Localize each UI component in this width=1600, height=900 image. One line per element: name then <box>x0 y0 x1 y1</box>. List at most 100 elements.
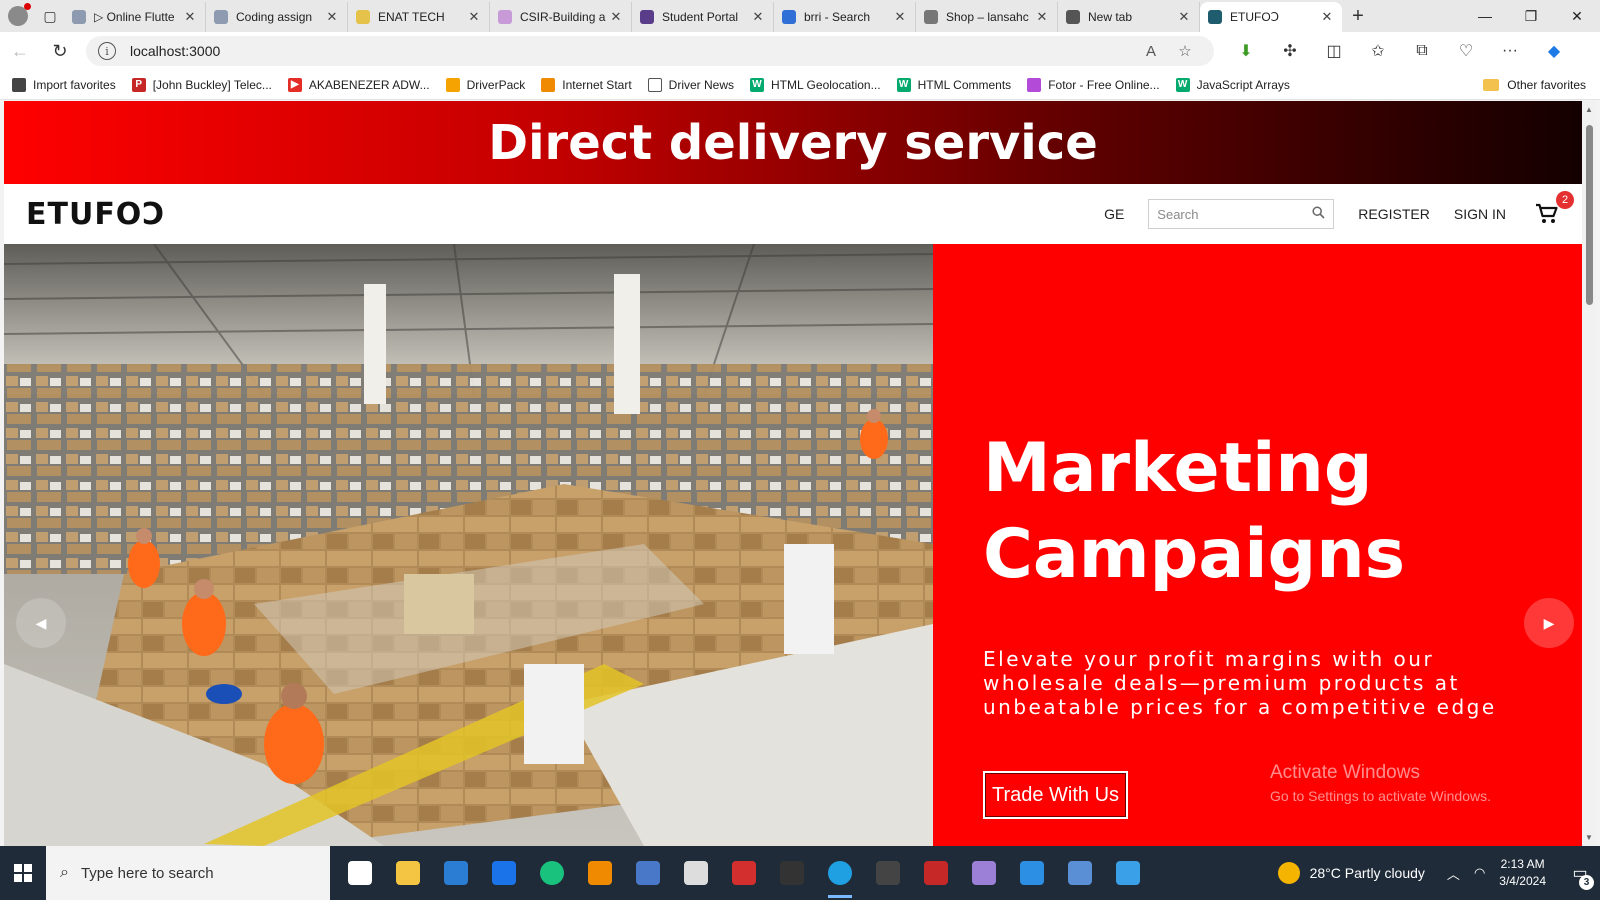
taskbar-app-task-view[interactable] <box>336 846 384 900</box>
tab-close-icon[interactable]: ✕ <box>1177 9 1191 25</box>
other-favorites[interactable]: Other favorites <box>1483 70 1586 100</box>
search-input[interactable] <box>1157 206 1313 222</box>
tab-close-icon[interactable]: ✕ <box>1035 9 1049 25</box>
carousel-prev-button[interactable]: ◀ <box>16 598 66 648</box>
paint-icon <box>1116 861 1140 885</box>
favorites-icon[interactable]: ✩ <box>1356 32 1400 70</box>
taskbar-app-vlc[interactable] <box>576 846 624 900</box>
page-scrollbar[interactable]: ▲ ▼ <box>1582 101 1596 846</box>
extensions-icon[interactable]: ✣ <box>1268 32 1312 70</box>
new-tab-button[interactable]: + <box>1342 1 1374 31</box>
favorite-favicon-icon: W <box>1175 77 1190 92</box>
favorite-favicon-icon: W <box>896 77 911 92</box>
browser-tab[interactable]: CSIR-Building a ✕ <box>490 2 632 32</box>
favorite-item[interactable]: Fotor - Free Online... <box>1027 77 1160 92</box>
close-window-icon[interactable]: ✕ <box>1554 0 1600 32</box>
copilot-icon[interactable]: ◆ <box>1532 32 1576 70</box>
browser-tab[interactable]: ETUFOↃ ✕ <box>1200 2 1342 32</box>
favorite-label: AKABENEZER ADW... <box>308 77 430 92</box>
cart-button[interactable]: 2 <box>1532 191 1574 229</box>
restore-icon[interactable]: ❐ <box>1508 0 1554 32</box>
tab-close-icon[interactable]: ✕ <box>183 9 197 25</box>
url-text[interactable]: localhost:3000 <box>130 43 1134 59</box>
favorite-item[interactable]: W HTML Geolocation... <box>750 77 881 92</box>
start-button[interactable] <box>0 846 46 900</box>
favorite-item[interactable]: P [John Buckley] Telec... <box>131 77 272 92</box>
clock[interactable]: 2:13 AM 3/4/2024 <box>1499 856 1546 890</box>
taskbar-app-file-explorer[interactable] <box>384 846 432 900</box>
search-icon[interactable] <box>1312 206 1325 222</box>
taskbar-app-mcafee[interactable] <box>912 846 960 900</box>
language-selector[interactable]: GE <box>1104 206 1124 222</box>
tab-close-icon[interactable]: ✕ <box>751 9 765 25</box>
browser-tab[interactable]: New tab ✕ <box>1058 2 1200 32</box>
taskbar-app-app-v[interactable] <box>864 846 912 900</box>
taskbar-app-vscode[interactable] <box>1008 846 1056 900</box>
taskbar-app-app-dark[interactable] <box>768 846 816 900</box>
notification-count: 3 <box>1579 875 1594 890</box>
tab-close-icon[interactable]: ✕ <box>609 9 623 25</box>
browser-tab[interactable]: Shop – lansahc ✕ <box>916 2 1058 32</box>
browser-tab[interactable]: ENAT TECH ✕ <box>348 2 490 32</box>
taskbar-app-remote-desktop[interactable] <box>1056 846 1104 900</box>
browser-tab[interactable]: Student Portal ✕ <box>632 2 774 32</box>
tab-label: ENAT TECH <box>378 10 445 24</box>
favorite-label: Import favorites <box>33 77 116 92</box>
favorite-item[interactable]: ▶ AKABENEZER ADW... <box>287 77 430 92</box>
scrollbar-thumb[interactable] <box>1586 125 1593 305</box>
favorite-item[interactable]: W JavaScript Arrays <box>1175 77 1290 92</box>
taskbar-app-edge[interactable] <box>816 846 864 900</box>
browser-essentials-icon[interactable]: ♡ <box>1444 32 1488 70</box>
taskbar-app-app-w[interactable] <box>480 846 528 900</box>
carousel-next-button[interactable]: ▶ <box>1524 598 1574 648</box>
extension-download-icon[interactable]: ⬇ <box>1224 32 1268 70</box>
tab-close-icon[interactable]: ✕ <box>467 9 481 25</box>
taskbar-app-app-arrow[interactable] <box>624 846 672 900</box>
tab-favicon-icon <box>782 10 796 24</box>
register-link[interactable]: REGISTER <box>1358 206 1430 222</box>
site-logo[interactable]: ETUFOↃ <box>26 197 165 232</box>
minimize-icon[interactable]: — <box>1462 0 1508 32</box>
scroll-up-icon[interactable]: ▲ <box>1585 105 1593 114</box>
favorite-item[interactable]: W HTML Comments <box>896 77 1011 92</box>
taskbar-app-bible[interactable] <box>672 846 720 900</box>
url-field[interactable]: i localhost:3000 A ☆ <box>86 36 1214 66</box>
site-info-icon[interactable]: i <box>98 42 116 60</box>
file-explorer-icon <box>396 861 420 885</box>
taskbar-app-mail[interactable] <box>432 846 480 900</box>
taskbar-search[interactable]: ⌕ Type here to search <box>46 846 330 900</box>
profile-avatar[interactable] <box>0 0 36 32</box>
trade-with-us-button[interactable]: Trade With Us <box>983 771 1128 819</box>
page-viewport: Direct delivery service ETUFOↃ GE REGIST… <box>4 101 1582 846</box>
favorite-item[interactable]: Internet Start <box>541 77 632 92</box>
network-icon[interactable]: ◠ <box>1474 865 1485 881</box>
tray-chevron-icon[interactable]: ︿ <box>1447 864 1460 883</box>
refresh-button[interactable]: ↻ <box>40 32 80 70</box>
tab-actions-icon[interactable]: ▢ <box>36 0 64 32</box>
browser-tab[interactable]: ▷ Online Flutte ✕ <box>64 2 206 32</box>
taskbar-app-paint[interactable] <box>1104 846 1152 900</box>
split-screen-icon[interactable]: ◫ <box>1312 32 1356 70</box>
tab-favicon-icon <box>924 10 938 24</box>
tab-close-icon[interactable]: ✕ <box>325 9 339 25</box>
notifications-button[interactable]: ▭ 3 <box>1560 846 1600 900</box>
weather-widget[interactable]: 28°C Partly cloudy <box>1277 862 1425 884</box>
back-button[interactable]: ← <box>0 32 40 70</box>
favorite-star-icon[interactable]: ☆ <box>1168 42 1202 60</box>
tab-close-icon[interactable]: ✕ <box>1320 9 1334 25</box>
browser-tab[interactable]: brri - Search ✕ <box>774 2 916 32</box>
browser-tab[interactable]: Coding assign ✕ <box>206 2 348 32</box>
taskbar-app-app-red[interactable] <box>720 846 768 900</box>
tab-close-icon[interactable]: ✕ <box>893 9 907 25</box>
read-aloud-icon[interactable]: A <box>1134 43 1168 60</box>
taskbar-app-app-c[interactable] <box>960 846 1008 900</box>
favorite-item[interactable]: Import favorites <box>12 77 116 92</box>
collections-icon[interactable]: ⧉ <box>1400 32 1444 70</box>
more-menu-icon[interactable]: ··· <box>1488 32 1532 70</box>
taskbar-app-app-circle[interactable] <box>528 846 576 900</box>
search-box[interactable] <box>1148 199 1335 229</box>
favorite-item[interactable]: Driver News <box>647 77 734 92</box>
scroll-down-icon[interactable]: ▼ <box>1585 833 1593 842</box>
sign-in-link[interactable]: SIGN IN <box>1454 206 1506 222</box>
favorite-item[interactable]: DriverPack <box>445 77 525 92</box>
